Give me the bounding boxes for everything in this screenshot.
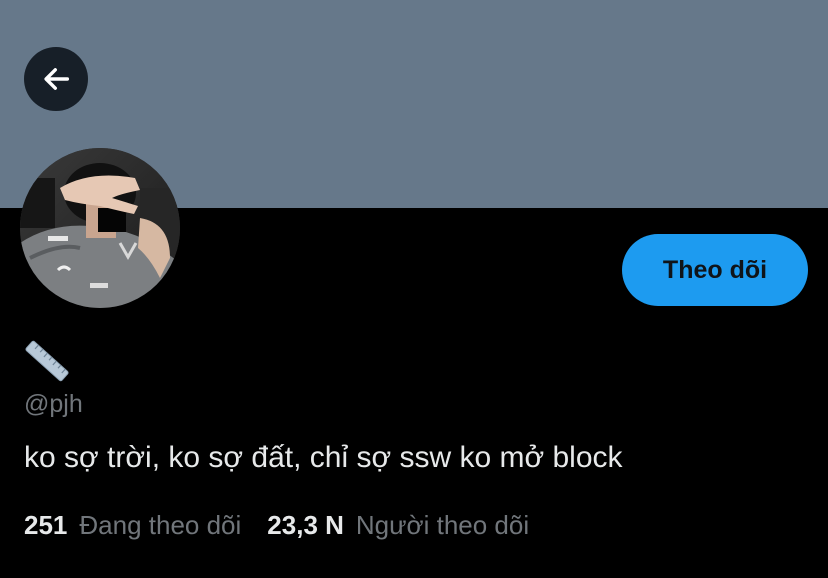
follow-button[interactable]: Theo dõi [622,234,808,306]
straight-ruler-icon [24,338,70,384]
profile-handle: @pjh [24,390,83,418]
arrow-left-icon [44,68,70,90]
following-stat[interactable]: 251 Đang theo dõi [24,508,241,542]
profile-page: Theo dõi @pjh ko sợ trời, ko sợ đất, chỉ… [0,0,828,578]
followers-label: Người theo dõi [355,510,530,540]
profile-bio: ko sợ trời, ko sợ đất, chỉ sợ ssw ko mở … [24,441,623,474]
profile-stats: 251 Đang theo dõi 23,3 N Người theo dõi [24,508,529,542]
avatar-photo [20,148,180,308]
avatar[interactable] [20,148,180,308]
following-count: 251 [24,510,68,540]
followers-count: 23,3 N [267,510,344,540]
back-button[interactable] [24,47,88,111]
followers-stat[interactable]: 23,3 N Người theo dõi [267,508,529,542]
following-label: Đang theo dõi [79,510,242,540]
